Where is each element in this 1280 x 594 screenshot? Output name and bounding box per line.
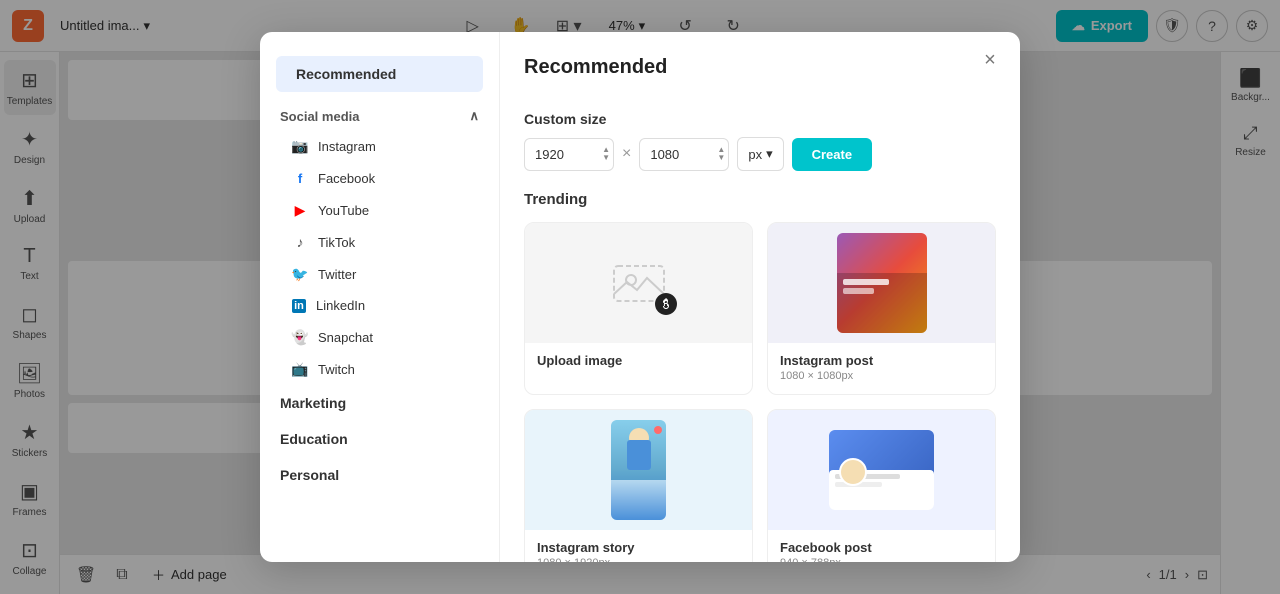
chevron-up-icon: ∧ — [469, 108, 479, 124]
template-thumb-upload — [525, 223, 752, 343]
snapchat-nav-item[interactable]: 👻 Snapchat — [260, 321, 499, 353]
personal-nav-item[interactable]: Personal — [260, 457, 499, 493]
twitter-icon: 🐦 — [292, 266, 308, 282]
template-card-upload-image[interactable]: Upload image — [524, 222, 753, 395]
create-button[interactable]: Create — [792, 138, 872, 171]
unit-chevron-icon: ▾ — [766, 146, 773, 162]
custom-size-row: ▲ ▼ × ▲ ▼ px ▾ — [524, 137, 996, 171]
custom-size-section: Custom size ▲ ▼ × ▲ ▼ — [524, 111, 996, 171]
modal-header-row: Recommended — [524, 56, 996, 95]
facebook-nav-item[interactable]: f Facebook — [260, 162, 499, 194]
modal-close-btn[interactable]: × — [976, 46, 1004, 74]
modal-title: Recommended — [524, 56, 667, 79]
upload-image-icon — [609, 256, 669, 311]
modal-content: Recommended Custom size ▲ ▼ × — [500, 32, 1020, 562]
modal-overlay[interactable]: Recommended Social media ∧ 📷 Instagram f… — [0, 0, 1280, 594]
template-size-facebook-post: 940 × 788px — [780, 557, 983, 562]
template-info-instagram-story: Instagram story 1080 × 1920px — [525, 530, 752, 562]
modal-nav: Recommended Social media ∧ 📷 Instagram f… — [260, 32, 500, 562]
tiktok-nav-item[interactable]: ♪ TikTok — [260, 226, 499, 258]
height-down-arrow[interactable]: ▼ — [717, 154, 725, 162]
width-input-wrap: ▲ ▼ — [524, 138, 614, 171]
template-info-upload: Upload image — [525, 343, 752, 382]
trending-section: Trending — [524, 191, 996, 562]
templates-grid: Upload image — [524, 222, 996, 562]
youtube-nav-item[interactable]: ▶ YouTube — [260, 194, 499, 226]
template-info-facebook-post: Facebook post 940 × 788px — [768, 530, 995, 562]
template-name-facebook-post: Facebook post — [780, 540, 983, 555]
instagram-nav-item[interactable]: 📷 Instagram — [260, 130, 499, 162]
social-media-header[interactable]: Social media ∧ — [260, 96, 499, 130]
template-name-upload: Upload image — [537, 353, 740, 368]
width-input[interactable] — [524, 138, 614, 171]
template-size-instagram-story: 1080 × 1920px — [537, 557, 740, 562]
unit-value: px — [748, 147, 762, 162]
template-thumb-instagram-post — [768, 223, 995, 343]
template-name-instagram-post: Instagram post — [780, 353, 983, 368]
marketing-nav-item[interactable]: Marketing — [260, 385, 499, 421]
modal: Recommended Social media ∧ 📷 Instagram f… — [260, 32, 1020, 562]
template-card-facebook-post[interactable]: Facebook post 940 × 788px — [767, 409, 996, 562]
linkedin-icon: in — [292, 299, 306, 313]
template-info-instagram-post: Instagram post 1080 × 1080px — [768, 343, 995, 394]
template-name-instagram-story: Instagram story — [537, 540, 740, 555]
height-arrows: ▲ ▼ — [717, 146, 725, 162]
height-input[interactable] — [639, 138, 729, 171]
social-media-section: Social media ∧ 📷 Instagram f Facebook ▶ … — [260, 96, 499, 385]
template-size-instagram-post: 1080 × 1080px — [780, 370, 983, 382]
facebook-icon: f — [292, 170, 308, 186]
size-separator: × — [622, 145, 631, 163]
snapchat-icon: 👻 — [292, 329, 308, 345]
width-arrows: ▲ ▼ — [602, 146, 610, 162]
twitch-icon: 📺 — [292, 361, 308, 377]
width-down-arrow[interactable]: ▼ — [602, 154, 610, 162]
template-thumb-instagram-story — [525, 410, 752, 530]
template-thumb-facebook-post — [768, 410, 995, 530]
custom-size-label: Custom size — [524, 111, 996, 127]
education-nav-item[interactable]: Education — [260, 421, 499, 457]
twitch-nav-item[interactable]: 📺 Twitch — [260, 353, 499, 385]
instagram-icon: 📷 — [292, 138, 308, 154]
template-card-instagram-post[interactable]: Instagram post 1080 × 1080px — [767, 222, 996, 395]
unit-select[interactable]: px ▾ — [737, 137, 783, 171]
linkedin-nav-item[interactable]: in LinkedIn — [260, 290, 499, 321]
trending-label: Trending — [524, 191, 996, 208]
youtube-icon: ▶ — [292, 202, 308, 218]
tiktok-icon: ♪ — [292, 234, 308, 250]
height-input-wrap: ▲ ▼ — [639, 138, 729, 171]
twitter-nav-item[interactable]: 🐦 Twitter — [260, 258, 499, 290]
template-card-instagram-story[interactable]: Instagram story 1080 × 1920px — [524, 409, 753, 562]
recommended-nav-btn[interactable]: Recommended — [276, 56, 483, 92]
